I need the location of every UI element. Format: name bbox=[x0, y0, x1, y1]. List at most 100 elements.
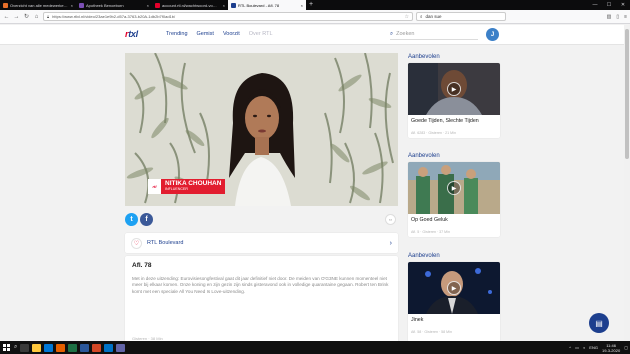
reload-icon[interactable]: ↻ bbox=[23, 13, 30, 20]
nav-item-over-rtl[interactable]: Over RTL bbox=[249, 31, 273, 37]
screen: Overzicht van alle medewerke… × Apotheek B… bbox=[0, 0, 630, 354]
close-tab-icon[interactable]: × bbox=[71, 3, 73, 8]
back-arrow-icon[interactable]: ← bbox=[3, 14, 10, 20]
recommended-card[interactable]: ▶ Jinek Afl. 58 · Gisteren · 58 Min bbox=[408, 262, 500, 342]
play-icon[interactable]: ▶ bbox=[447, 82, 461, 96]
play-icon[interactable]: ▶ bbox=[447, 281, 461, 295]
recommended-heading: Aanbevolen bbox=[408, 253, 440, 259]
browser-tab[interactable]: account.rtl.nl/wachtwoord-vo… × bbox=[152, 0, 228, 10]
minimize-button[interactable]: — bbox=[588, 0, 602, 10]
teams-icon[interactable] bbox=[116, 343, 126, 352]
network-icon[interactable]: ▭ bbox=[575, 345, 579, 350]
menu-icon[interactable]: ≡ bbox=[624, 14, 627, 20]
recommended-title: Goede Tijden, Slechte Tijden bbox=[411, 118, 479, 124]
volume-icon[interactable]: ◖ bbox=[583, 345, 585, 350]
library-icon[interactable]: ▥ bbox=[607, 14, 612, 20]
recommended-heading: Aanbevolen bbox=[408, 153, 440, 159]
tab-title: account.rtl.nl/wachtwoord-vo… bbox=[162, 2, 217, 8]
file-explorer-icon[interactable] bbox=[32, 343, 42, 352]
close-window-button[interactable]: ✕ bbox=[616, 0, 630, 10]
outlook-icon[interactable] bbox=[104, 343, 114, 352]
nav-item-gemist[interactable]: Gemist bbox=[197, 31, 214, 37]
language-indicator[interactable]: ENG bbox=[589, 345, 598, 350]
heart-icon[interactable]: ♡ bbox=[131, 237, 142, 249]
recommended-card[interactable]: ▶ Op Goed Geluk Afl. 5 · Gisteren · 37 M… bbox=[408, 162, 500, 237]
thumbnail: ▶ bbox=[408, 162, 500, 214]
windows-start-icon[interactable] bbox=[2, 343, 11, 352]
new-tab-button[interactable]: + bbox=[306, 0, 316, 10]
program-name: RTL Boulevard bbox=[147, 240, 184, 246]
site-header: rtxl Trending Gemist Voorzit Over RTL ⌕ … bbox=[0, 25, 630, 45]
lock-icon: 🔒︎ bbox=[47, 14, 50, 19]
caption-logo: rtl bbox=[148, 179, 161, 194]
recommended-title: Op Goed Geluk bbox=[411, 217, 448, 223]
browser-toolbar: ← → ↻ ⌂ 🔒︎ https://www.rtlxl.nl/video/23… bbox=[0, 10, 630, 24]
play-icon[interactable]: ▶ bbox=[447, 181, 461, 195]
recommended-card[interactable]: ▶ Goede Tijden, Slechte Tijden Afl. 6283… bbox=[408, 63, 500, 138]
caption-person-role: INFLUENCER bbox=[165, 186, 188, 191]
sidebar-icon[interactable]: ▯ bbox=[616, 14, 619, 20]
recommended-meta: Afl. 5 · Gisteren · 37 Min bbox=[411, 230, 450, 234]
browser-tab[interactable]: RTL Boulevard - Afl. 78 × bbox=[228, 0, 306, 10]
site-search-input[interactable]: ⌕ Zoeken bbox=[390, 29, 478, 40]
maximize-button[interactable]: ☐ bbox=[602, 0, 616, 10]
avatar[interactable]: J bbox=[486, 28, 499, 41]
close-tab-icon[interactable]: × bbox=[147, 3, 149, 8]
tab-favicon-icon bbox=[3, 2, 8, 8]
rtlxl-logo[interactable]: rtxl bbox=[125, 29, 138, 39]
search-icon: ⌕ bbox=[420, 14, 423, 19]
edge-icon[interactable] bbox=[44, 343, 54, 352]
close-tab-icon[interactable]: × bbox=[301, 3, 303, 8]
clock-date: 19-3-2020 bbox=[601, 347, 621, 353]
home-icon[interactable]: ⌂ bbox=[33, 14, 40, 20]
address-bar[interactable]: 🔒︎ https://www.rtlxl.nl/video/23ae1e9b2-… bbox=[43, 12, 413, 21]
task-view-icon[interactable] bbox=[20, 343, 30, 352]
word-icon[interactable] bbox=[80, 343, 90, 352]
chevron-right-icon: › bbox=[389, 239, 392, 247]
search-query: dan sue bbox=[425, 14, 442, 19]
tab-favicon-icon bbox=[79, 2, 84, 8]
browser-tab-strip: Overzicht van alle medewerke… × Apotheek B… bbox=[0, 0, 630, 10]
tab-title: RTL Boulevard - Afl. 78 bbox=[238, 2, 280, 8]
windows-taskbar: ⌕ ^ ▭ ◖ ENG 11:46 19-3-2020 ▢ bbox=[0, 341, 630, 354]
link-icon[interactable]: ⇔ bbox=[385, 214, 396, 225]
search-icon: ⌕ bbox=[390, 30, 394, 37]
browser-search-field[interactable]: ⌕ dan sue bbox=[416, 12, 506, 21]
excel-icon[interactable] bbox=[68, 343, 78, 352]
browser-tab[interactable]: Overzicht van alle medewerke… × bbox=[0, 0, 76, 10]
episode-title: Afl. 78 bbox=[132, 262, 152, 269]
episode-description: Met in deze uitzending: Eurovisiesongfes… bbox=[132, 276, 389, 294]
firefox-icon[interactable] bbox=[56, 343, 66, 352]
program-link[interactable]: ♡ RTL Boulevard › bbox=[125, 233, 398, 253]
clock[interactable]: 11:46 19-3-2020 bbox=[602, 343, 620, 353]
video-player[interactable]: rtl NITIKA CHOUHAN INFLUENCER bbox=[125, 53, 398, 206]
main-nav: Trending Gemist Voorzit Over RTL bbox=[166, 31, 273, 37]
forward-arrow-icon[interactable]: → bbox=[13, 14, 20, 20]
browser-tab[interactable]: Apotheek Benoeborn × bbox=[76, 0, 152, 10]
window-controls: — ☐ ✕ bbox=[588, 0, 630, 10]
name-caption: rtl NITIKA CHOUHAN INFLUENCER bbox=[148, 179, 226, 194]
nav-item-voorzit[interactable]: Voorzit bbox=[223, 31, 240, 37]
toolbar-icons: ▥ ▯ ≡ bbox=[607, 14, 627, 20]
tab-title: Overzicht van alle medewerke… bbox=[10, 2, 68, 8]
search-icon[interactable]: ⌕ bbox=[14, 344, 17, 351]
facebook-icon[interactable]: f bbox=[140, 213, 153, 226]
chat-icon[interactable]: ▤ bbox=[589, 313, 609, 333]
tab-favicon-icon bbox=[155, 2, 160, 8]
nav-item-trending[interactable]: Trending bbox=[166, 31, 188, 37]
close-tab-icon[interactable]: × bbox=[223, 3, 225, 8]
recommended-meta: Afl. 6283 · Gisteren · 21 Min bbox=[411, 131, 456, 135]
recommended-title: Jinek bbox=[411, 317, 424, 323]
bookmark-star-icon[interactable]: ☆ bbox=[405, 14, 409, 20]
notifications-icon[interactable]: ▢ bbox=[624, 345, 628, 350]
page-scrollbar[interactable] bbox=[624, 25, 630, 341]
search-placeholder: Zoeken bbox=[396, 31, 415, 37]
scrollbar-thumb[interactable] bbox=[625, 29, 629, 159]
system-tray: ^ ▭ ◖ ENG 11:46 19-3-2020 ▢ bbox=[569, 343, 628, 353]
thumbnail: ▶ bbox=[408, 262, 500, 314]
powerpoint-icon[interactable] bbox=[92, 343, 102, 352]
url-text: https://www.rtlxl.nl/video/23ae1e9b2-d57… bbox=[52, 14, 176, 19]
chevron-up-icon[interactable]: ^ bbox=[569, 345, 571, 350]
social-share: t f bbox=[125, 213, 153, 226]
twitter-icon[interactable]: t bbox=[125, 213, 138, 226]
